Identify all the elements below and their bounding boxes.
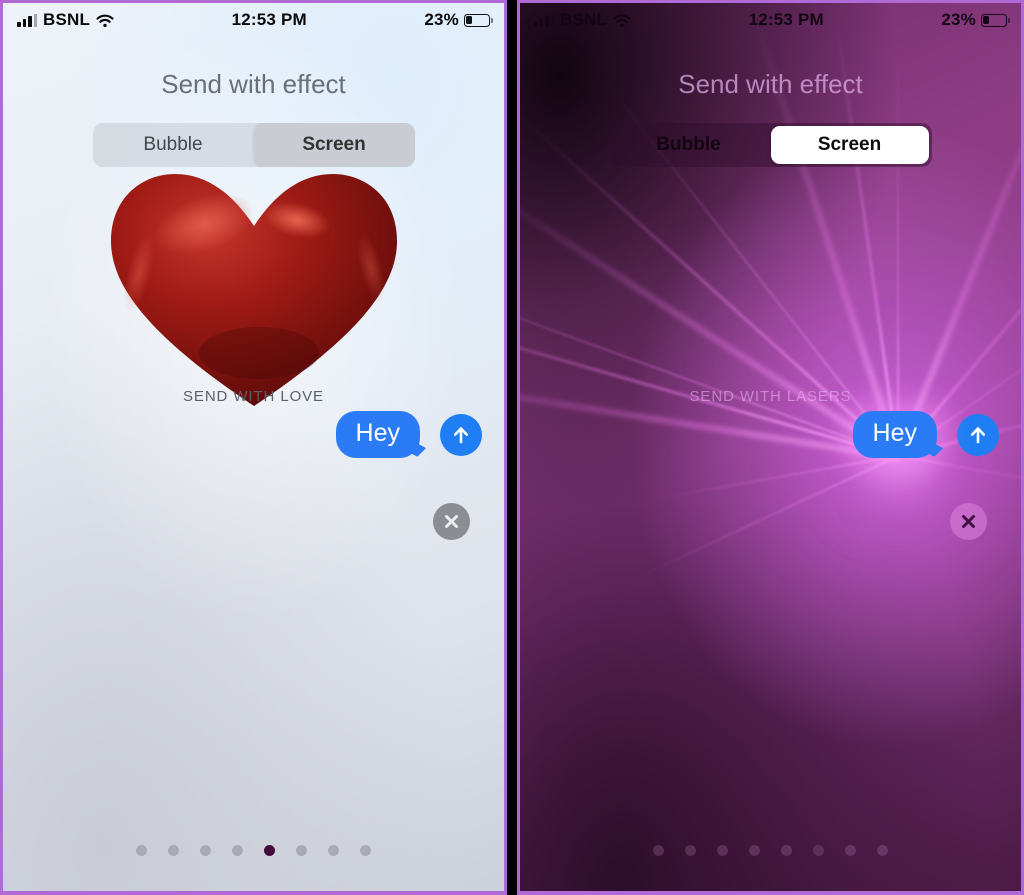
bubble-effect-panel: BSNL 12:53 PM 23% Send with effect Bubbl… (0, 0, 507, 895)
carrier-label: BSNL (43, 10, 91, 29)
wifi-icon (613, 13, 631, 28)
heart-effect-preview (3, 168, 504, 418)
page-indicator-dots[interactable] (520, 845, 1021, 856)
page-dot[interactable] (845, 845, 856, 856)
close-button[interactable] (433, 503, 470, 540)
page-dot-active[interactable] (813, 845, 824, 856)
send-button[interactable] (957, 413, 999, 456)
laser-ray (897, 455, 1021, 487)
cellular-bars-icon (534, 13, 554, 27)
page-indicator-dots[interactable] (3, 845, 504, 856)
page-dot[interactable] (360, 845, 371, 856)
arrow-up-icon (970, 426, 986, 443)
message-bubble: Hey (852, 411, 937, 458)
effect-type-segmented-control[interactable]: Bubble Screen (609, 123, 932, 167)
close-x-icon (445, 515, 458, 528)
laser-ray (641, 455, 899, 503)
page-dot-active[interactable] (264, 845, 275, 856)
cellular-bars-icon (17, 13, 37, 27)
status-bar: BSNL 12:53 PM 23% (3, 3, 504, 37)
comparison-screenshot: BSNL 12:53 PM 23% Send with effect Bubbl… (0, 0, 1024, 895)
battery-icon (464, 13, 493, 27)
page-dot[interactable] (877, 845, 888, 856)
tab-screen[interactable]: Screen (770, 126, 929, 164)
clock-label: 12:53 PM (748, 10, 824, 29)
battery-percent-label: 23% (941, 10, 976, 29)
status-bar: BSNL 12:53 PM 23% (520, 3, 1021, 37)
screen-effect-panel: BSNL 12:53 PM 23% Send with effect Bubbl… (517, 0, 1024, 895)
send-button[interactable] (440, 413, 482, 456)
page-dot[interactable] (168, 845, 179, 856)
carrier-label: BSNL (560, 10, 608, 29)
clock-label: 12:53 PM (231, 10, 307, 29)
page-dot[interactable] (653, 845, 664, 856)
page-dot[interactable] (717, 845, 728, 856)
battery-percent-label: 23% (424, 10, 459, 29)
arrow-up-icon (453, 426, 469, 443)
page-dot[interactable] (296, 845, 307, 856)
wifi-icon (96, 13, 114, 28)
message-preview-row: Hey (852, 411, 999, 458)
page-title: Send with effect (678, 69, 863, 99)
page-dot[interactable] (749, 845, 760, 856)
laser-ray (625, 455, 899, 584)
close-x-icon (962, 515, 975, 528)
page-dot[interactable] (328, 845, 339, 856)
page-title: Send with effect (161, 69, 346, 99)
close-button[interactable] (950, 503, 987, 540)
page-dot[interactable] (685, 845, 696, 856)
laser-ray (520, 289, 899, 458)
red-heart-balloon-icon (110, 174, 397, 406)
tab-bubble[interactable]: Bubble (610, 123, 768, 167)
effect-name-label: SEND WITH LASERS (689, 388, 852, 405)
page-dot[interactable] (200, 845, 211, 856)
battery-icon (981, 13, 1010, 27)
message-preview-row: Hey (335, 411, 482, 458)
page-dot[interactable] (781, 845, 792, 856)
effect-name-label: SEND WITH LOVE (183, 388, 324, 405)
page-dot[interactable] (136, 845, 147, 856)
page-dot[interactable] (232, 845, 243, 856)
tab-screen[interactable]: Screen (253, 123, 415, 167)
tab-bubble[interactable]: Bubble (93, 123, 254, 167)
effect-type-segmented-control[interactable]: Bubble Screen (92, 123, 415, 167)
message-bubble: Hey (335, 411, 420, 458)
